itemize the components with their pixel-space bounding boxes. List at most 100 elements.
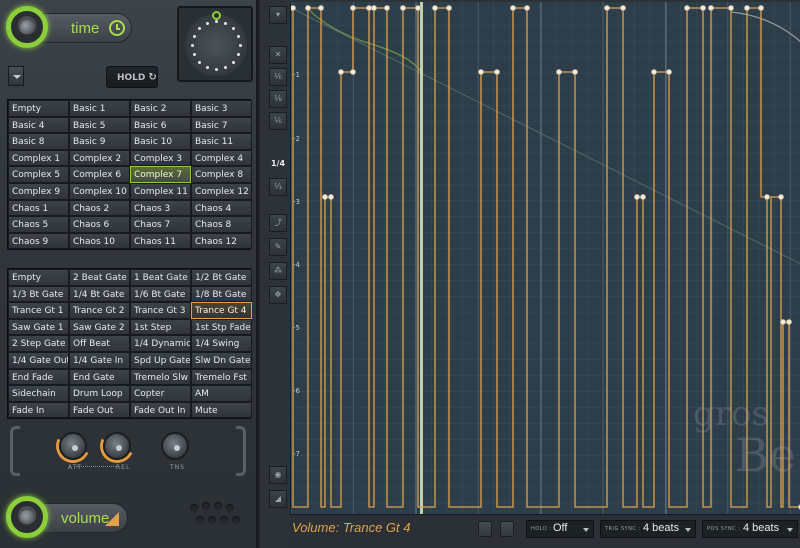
preset-complex-1[interactable]: Complex 1 <box>8 149 69 167</box>
grid-icon[interactable] <box>478 521 492 537</box>
envelope-graph[interactable]: -1 -2 -3 -4 -5 -6 -7 gros Be <box>290 2 800 514</box>
preset-complex-10[interactable]: Complex 10 <box>69 182 130 200</box>
preset-basic-5[interactable]: Basic 5 <box>69 116 130 134</box>
preset-complex-5[interactable]: Complex 5 <box>8 166 69 183</box>
trig-sync-select[interactable]: TRIG SYNC : 4 beats <box>600 520 696 538</box>
preset-1-8-bt-gate[interactable]: 1/8 Bt Gate <box>191 285 252 303</box>
preset-trance-gt-3[interactable]: Trance Gt 3 <box>130 302 191 319</box>
preset-complex-4[interactable]: Complex 4 <box>191 149 252 167</box>
preset-off-beat[interactable]: Off Beat <box>69 335 130 352</box>
preset-complex-2[interactable]: Complex 2 <box>69 149 130 167</box>
preset-basic-9[interactable]: Basic 9 <box>69 133 130 150</box>
preset-chaos-5[interactable]: Chaos 5 <box>8 216 69 233</box>
preset-end-fade[interactable]: End Fade <box>8 368 69 386</box>
preset-chaos-12[interactable]: Chaos 12 <box>191 232 252 250</box>
zoom-1-8-icon[interactable]: ⅛ <box>269 90 287 108</box>
preset-2-step-gate[interactable]: 2 Step Gate <box>8 335 69 352</box>
preset-empty[interactable]: Empty <box>8 100 69 117</box>
preset-complex-9[interactable]: Complex 9 <box>8 182 69 200</box>
preset-trance-gt-4[interactable]: Trance Gt 4 <box>191 302 252 319</box>
preset-complex-7[interactable]: Complex 7 <box>130 166 191 183</box>
preset-chaos-11[interactable]: Chaos 11 <box>130 232 191 250</box>
preset-drum-loop[interactable]: Drum Loop <box>69 385 130 402</box>
preset-1-6-bt-gate[interactable]: 1/6 Bt Gate <box>130 285 191 303</box>
preset-basic-3[interactable]: Basic 3 <box>191 100 252 117</box>
preset-1st-step[interactable]: 1st Step <box>130 318 191 336</box>
preset-menu-button[interactable] <box>8 66 24 86</box>
preset-chaos-6[interactable]: Chaos 6 <box>69 216 130 233</box>
preset-1-beat-gate[interactable]: 1 Beat Gate <box>130 269 191 286</box>
preset-1-4-bt-gate[interactable]: 1/4 Bt Gate <box>69 285 130 303</box>
volume-power-button[interactable] <box>6 496 48 538</box>
volume-header-pill[interactable]: volume <box>40 503 128 533</box>
preset-fade-in[interactable]: Fade In <box>8 401 69 419</box>
nodes-icon[interactable]: ⁂ <box>269 262 287 280</box>
preset-fade-out-in[interactable]: Fade Out In <box>130 401 191 419</box>
preset-1-4-gate-in[interactable]: 1/4 Gate In <box>69 351 130 369</box>
snap-icon[interactable]: ✥ <box>269 286 287 304</box>
preset-fade-out[interactable]: Fade Out <box>69 401 130 419</box>
preset-1-2-bt-gate[interactable]: 1/2 Bt Gate <box>191 269 252 286</box>
preset-saw-gate-1[interactable]: Saw Gate 1 <box>8 318 69 336</box>
time-mix-dial[interactable] <box>185 11 247 76</box>
preset-empty[interactable]: Empty <box>8 269 69 286</box>
preset-basic-7[interactable]: Basic 7 <box>191 116 252 134</box>
zoom-1-16-icon[interactable]: ⅙ <box>269 68 287 86</box>
preset-basic-8[interactable]: Basic 8 <box>8 133 69 150</box>
hold-select[interactable]: HOLD : Off <box>526 520 594 538</box>
dial-position-marker[interactable] <box>212 11 221 20</box>
preset-1st-stp-fade[interactable]: 1st Stp Fade <box>191 318 252 336</box>
preset-basic-4[interactable]: Basic 4 <box>8 116 69 134</box>
preset-end-gate[interactable]: End Gate <box>69 368 130 386</box>
preset-1-4-dynamic[interactable]: 1/4 Dynamic <box>130 335 191 352</box>
att-knob[interactable] <box>59 432 87 460</box>
preset-basic-10[interactable]: Basic 10 <box>130 133 191 150</box>
tns-knob[interactable] <box>161 432 189 460</box>
preset-spd-up-gate[interactable]: Spd Up Gate <box>130 351 191 369</box>
preset-slw-dn-gate[interactable]: Slw Dn Gate <box>191 351 252 369</box>
preset-2-beat-gate[interactable]: 2 Beat Gate <box>69 269 130 286</box>
preset-complex-6[interactable]: Complex 6 <box>69 166 130 183</box>
menu-arrow-icon[interactable]: ▾ <box>269 6 287 24</box>
preset-trance-gt-2[interactable]: Trance Gt 2 <box>69 302 130 319</box>
preset-1-4-gate-out[interactable]: 1/4 Gate Out <box>8 351 69 369</box>
preset-tremelo-fst[interactable]: Tremelo Fst <box>191 368 252 386</box>
preset-chaos-3[interactable]: Chaos 3 <box>130 199 191 217</box>
preset-tremelo-slw[interactable]: Tremelo Slw <box>130 368 191 386</box>
hold-button[interactable]: HOLD ↻ <box>106 66 158 88</box>
zoom-1-3-icon[interactable]: ⅓ <box>269 178 287 196</box>
preset-1-4-swing[interactable]: 1/4 Swing <box>191 335 252 352</box>
preset-basic-11[interactable]: Basic 11 <box>191 133 252 150</box>
time-header-pill[interactable]: time <box>40 13 132 43</box>
preset-am[interactable]: AM <box>191 385 252 402</box>
preset-1-3-bt-gate[interactable]: 1/3 Bt Gate <box>8 285 69 303</box>
preset-basic-6[interactable]: Basic 6 <box>130 116 191 134</box>
record-icon[interactable]: ◉ <box>269 466 287 484</box>
time-power-button[interactable] <box>6 6 48 48</box>
preset-sidechain[interactable]: Sidechain <box>8 385 69 402</box>
zoom-1-6-icon[interactable]: ⅙ <box>269 112 287 130</box>
preset-chaos-8[interactable]: Chaos 8 <box>191 216 252 233</box>
preset-mute[interactable]: Mute <box>191 401 252 419</box>
draw-curve-icon[interactable]: ⤴ <box>269 214 287 232</box>
rel-knob[interactable] <box>103 432 131 460</box>
preset-saw-gate-2[interactable]: Saw Gate 2 <box>69 318 130 336</box>
preset-basic-2[interactable]: Basic 2 <box>130 100 191 117</box>
preset-complex-11[interactable]: Complex 11 <box>130 182 191 200</box>
preset-complex-8[interactable]: Complex 8 <box>191 166 252 183</box>
preset-copter[interactable]: Copter <box>130 385 191 402</box>
close-icon[interactable]: ✕ <box>269 46 287 64</box>
preset-chaos-9[interactable]: Chaos 9 <box>8 232 69 250</box>
preset-chaos-1[interactable]: Chaos 1 <box>8 199 69 217</box>
preset-complex-12[interactable]: Complex 12 <box>191 182 252 200</box>
preset-basic-1[interactable]: Basic 1 <box>69 100 130 117</box>
preset-chaos-4[interactable]: Chaos 4 <box>191 199 252 217</box>
pos-sync-select[interactable]: POS SYNC : 4 beats <box>702 520 798 538</box>
preset-chaos-7[interactable]: Chaos 7 <box>130 216 191 233</box>
zoom-1-4-tab[interactable]: 1/4 <box>269 156 287 174</box>
preset-trance-gt-1[interactable]: Trance Gt 1 <box>8 302 69 319</box>
edit-icon[interactable] <box>500 521 514 537</box>
pencil-icon[interactable]: ✎ <box>269 238 287 256</box>
preset-complex-3[interactable]: Complex 3 <box>130 149 191 167</box>
preset-chaos-10[interactable]: Chaos 10 <box>69 232 130 250</box>
